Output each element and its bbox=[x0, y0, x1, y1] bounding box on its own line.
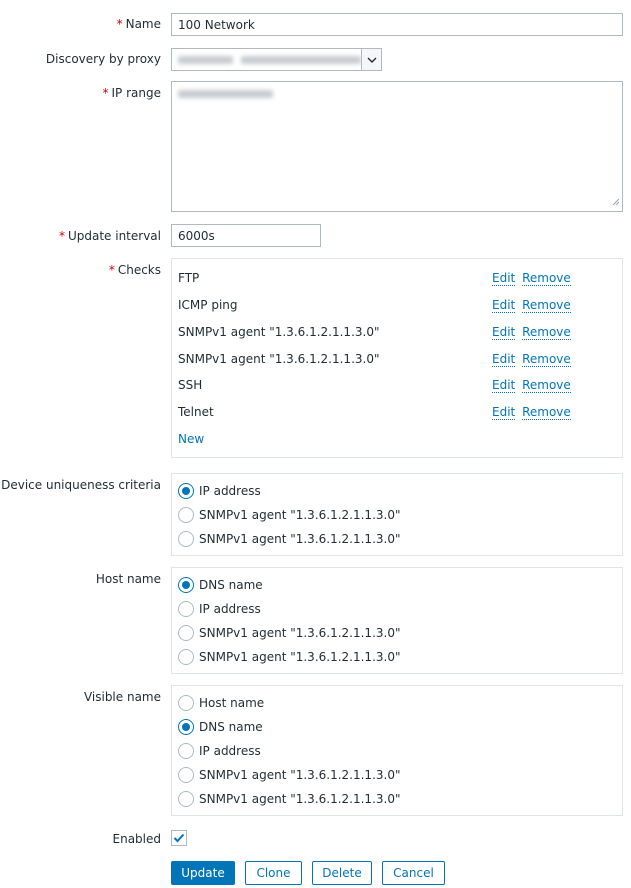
check-row-snmp-2: SNMPv1 agent "1.3.6.1.2.1.1.3.0" bbox=[178, 352, 380, 366]
check-row-telnet-actions: Edit Remove bbox=[492, 405, 571, 420]
check-row-snmp-2-actions: Edit Remove bbox=[492, 352, 571, 367]
ip-range-textarea[interactable] bbox=[171, 81, 623, 212]
check-row-ftp-actions: Edit Remove bbox=[492, 271, 571, 286]
cancel-button[interactable]: Cancel bbox=[382, 861, 445, 885]
radio-checked-icon[interactable] bbox=[178, 719, 194, 735]
enabled-checkbox[interactable] bbox=[171, 830, 187, 846]
visible-name-option-snmp-1[interactable]: SNMPv1 agent "1.3.6.1.2.1.1.3.0" bbox=[178, 767, 400, 783]
uniqueness-option-ip[interactable]: IP address bbox=[178, 483, 261, 499]
radio-unchecked-icon[interactable] bbox=[178, 767, 194, 783]
visible-name-option-snmp-2[interactable]: SNMPv1 agent "1.3.6.1.2.1.1.3.0" bbox=[178, 791, 400, 807]
name-input[interactable]: 100 Network bbox=[171, 13, 623, 36]
host-name-label: Host name bbox=[95, 572, 161, 586]
new-check-link[interactable]: New bbox=[178, 432, 204, 446]
edit-link[interactable]: Edit bbox=[492, 378, 516, 393]
remove-link[interactable]: Remove bbox=[522, 271, 571, 286]
uniqueness-label: Device uniqueness criteria bbox=[1, 478, 161, 492]
radio-unchecked-icon[interactable] bbox=[178, 601, 194, 617]
name-label: * Name bbox=[116, 17, 161, 31]
update-interval-input[interactable]: 6000s bbox=[171, 224, 321, 247]
delete-button[interactable]: Delete bbox=[312, 861, 372, 885]
check-new-row: New bbox=[178, 432, 204, 446]
host-name-option-snmp-2[interactable]: SNMPv1 agent "1.3.6.1.2.1.1.3.0" bbox=[178, 649, 400, 665]
radio-unchecked-icon[interactable] bbox=[178, 695, 194, 711]
edit-link[interactable]: Edit bbox=[492, 271, 516, 286]
host-name-option-ip[interactable]: IP address bbox=[178, 601, 261, 617]
remove-link[interactable]: Remove bbox=[522, 405, 571, 420]
visible-name-radio-group: Host name DNS name IP address SNMPv1 age… bbox=[171, 685, 623, 816]
enabled-label: Enabled bbox=[112, 832, 162, 846]
proxy-value-redacted bbox=[178, 55, 233, 64]
check-row-icmp: ICMP ping bbox=[178, 298, 238, 312]
host-name-radio-group: DNS name IP address SNMPv1 agent "1.3.6.… bbox=[171, 567, 623, 674]
check-row-ssh-actions: Edit Remove bbox=[492, 378, 571, 393]
checks-label: * Checks bbox=[108, 263, 161, 277]
uniqueness-option-snmp-2[interactable]: SNMPv1 agent "1.3.6.1.2.1.1.3.0" bbox=[178, 531, 400, 547]
host-name-option-dns[interactable]: DNS name bbox=[178, 577, 263, 593]
check-row-icmp-actions: Edit Remove bbox=[492, 298, 571, 313]
radio-checked-icon[interactable] bbox=[178, 483, 194, 499]
ip-range-value-redacted bbox=[178, 90, 273, 98]
host-name-option-snmp-1[interactable]: SNMPv1 agent "1.3.6.1.2.1.1.3.0" bbox=[178, 625, 400, 641]
radio-unchecked-icon[interactable] bbox=[178, 507, 194, 523]
remove-link[interactable]: Remove bbox=[522, 325, 571, 340]
visible-name-label: Visible name bbox=[83, 690, 161, 704]
visible-name-option-host[interactable]: Host name bbox=[178, 695, 264, 711]
edit-link[interactable]: Edit bbox=[492, 352, 516, 367]
radio-unchecked-icon[interactable] bbox=[178, 649, 194, 665]
clone-button[interactable]: Clone bbox=[245, 861, 302, 885]
remove-link[interactable]: Remove bbox=[522, 352, 571, 367]
remove-link[interactable]: Remove bbox=[522, 298, 571, 313]
check-row-snmp-1: SNMPv1 agent "1.3.6.1.2.1.1.3.0" bbox=[178, 325, 380, 339]
uniqueness-option-snmp-1[interactable]: SNMPv1 agent "1.3.6.1.2.1.1.3.0" bbox=[178, 507, 400, 523]
radio-unchecked-icon[interactable] bbox=[178, 791, 194, 807]
radio-unchecked-icon[interactable] bbox=[178, 625, 194, 641]
check-row-ssh: SSH bbox=[178, 378, 203, 392]
chevron-down-icon[interactable] bbox=[361, 49, 381, 70]
edit-link[interactable]: Edit bbox=[492, 298, 516, 313]
check-row-telnet: Telnet bbox=[178, 405, 214, 419]
remove-link[interactable]: Remove bbox=[522, 378, 571, 393]
visible-name-option-dns[interactable]: DNS name bbox=[178, 719, 263, 735]
uniqueness-radio-group: IP address SNMPv1 agent "1.3.6.1.2.1.1.3… bbox=[171, 473, 623, 556]
radio-unchecked-icon[interactable] bbox=[178, 743, 194, 759]
proxy-value-redacted-2 bbox=[241, 55, 361, 64]
update-button[interactable]: Update bbox=[171, 861, 235, 885]
checks-table: FTP Edit Remove ICMP ping Edit Remove SN… bbox=[171, 258, 623, 458]
visible-name-option-ip[interactable]: IP address bbox=[178, 743, 261, 759]
check-row-ftp: FTP bbox=[178, 271, 200, 285]
update-interval-label: * Update interval bbox=[58, 229, 161, 243]
proxy-select[interactable] bbox=[171, 48, 382, 71]
edit-link[interactable]: Edit bbox=[492, 405, 516, 420]
radio-unchecked-icon[interactable] bbox=[178, 531, 194, 547]
ip-range-label: * IP range bbox=[102, 86, 161, 100]
edit-link[interactable]: Edit bbox=[492, 325, 516, 340]
radio-checked-icon[interactable] bbox=[178, 577, 194, 593]
checkmark-icon bbox=[173, 833, 185, 843]
resize-handle-icon[interactable] bbox=[612, 195, 620, 209]
proxy-label: Discovery by proxy bbox=[45, 52, 161, 66]
check-row-snmp-1-actions: Edit Remove bbox=[492, 325, 571, 340]
